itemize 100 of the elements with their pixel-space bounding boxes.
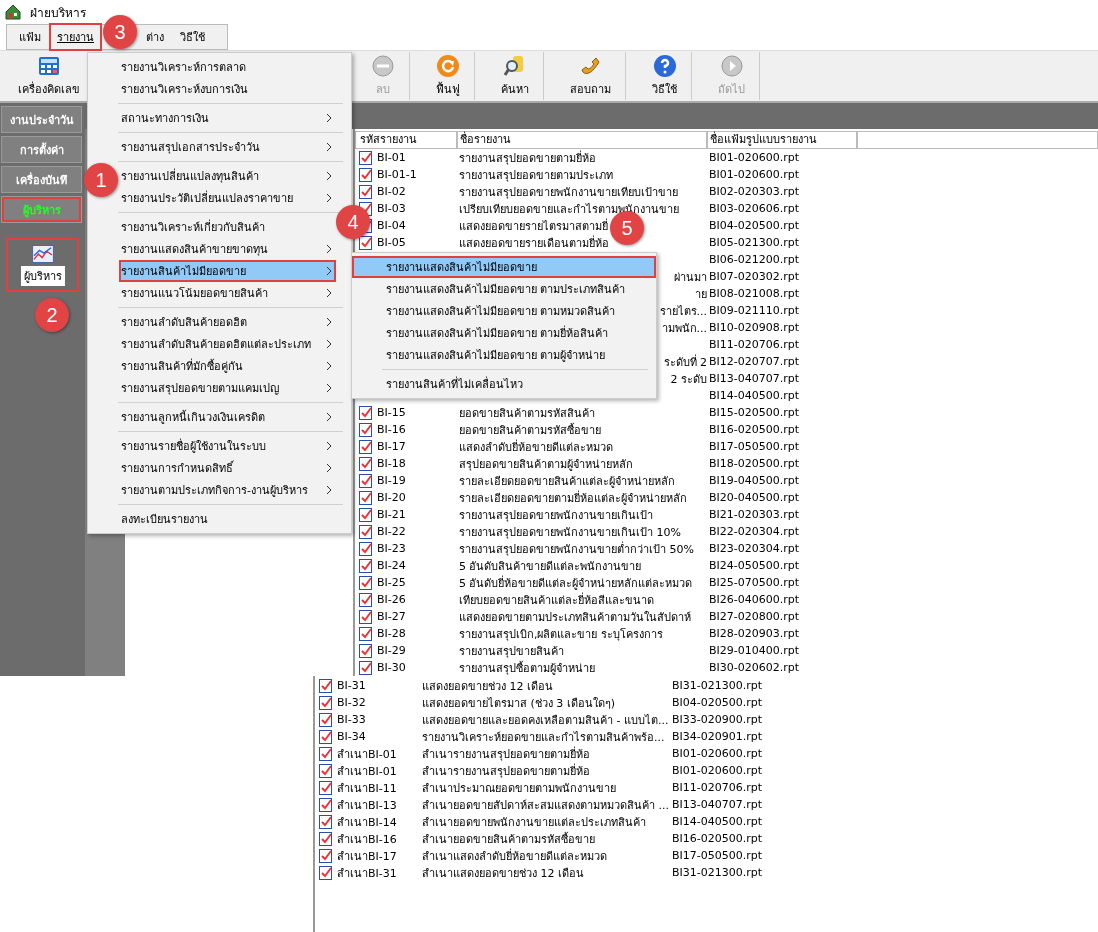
report-icon (359, 490, 373, 505)
report-code: BI-02 (377, 185, 406, 198)
report-name: ยอดขายสินค้าตามรหัสซื้อขาย (459, 422, 601, 439)
report-icon (319, 814, 333, 829)
report-file: BI30-020602.rpt (709, 661, 800, 674)
report-code: BI-27 (377, 610, 406, 623)
report-name: รายไตร... (659, 303, 707, 320)
menu-item[interactable]: รายงานวิเคราะห์เกี่ยวกับสินค้า (119, 216, 336, 238)
report-icon (319, 797, 333, 812)
report-name: แสดงยอดขายตามประเภทสินค้าตามวันในสัปดาห์ (459, 609, 691, 626)
menu-item[interactable]: ลงทะเบียนรายงาน (119, 508, 336, 530)
sidebar-item[interactable]: งานประจำวัน (1, 106, 82, 133)
report-name: รายงานสรุปขายสินค้า (459, 643, 564, 660)
module-label[interactable]: ผู้บริหาร (20, 265, 65, 286)
report-icon (359, 541, 373, 556)
column-header[interactable]: ชื่อแฟ้มรูปแบบรายงาน (707, 131, 857, 149)
chart-icon (31, 244, 54, 263)
report-name: แสดงยอดขายและยอดคงเหลือตามสินค้า - แบบไต... (422, 712, 669, 729)
sidebar-item[interactable]: เครื่องบันทึ (1, 166, 82, 193)
menu-item[interactable]: รายงานแนวโน้มยอดขายสินค้า (119, 282, 336, 304)
report-name: สำเนายอดขายสัปดาห์สะสมแสดงตามหมวดสินค้า ... (422, 797, 669, 814)
report-name: รายละเอียดยอดขายตามยี่ห้อแต่ละผู้จำหน่ายหลัก (459, 489, 687, 507)
menu-item[interactable]: รายงานแสดงสินค้าไม่มียอดขาย ตามยี่ห้อสินค้า (352, 322, 656, 344)
menu-item[interactable]: สถานะทางการเงิน (119, 107, 336, 129)
report-code: BI-29 (377, 644, 406, 657)
report-file: BI05-021300.rpt (709, 236, 800, 249)
report-code: สำเนาBI-01 (337, 746, 397, 763)
menu-bar-item[interactable]: แฟ้ม (13, 25, 47, 49)
report-icon (319, 746, 333, 761)
report-file: BI01-020600.rpt (709, 151, 800, 164)
column-header[interactable]: ชื่อรายงาน (457, 131, 707, 149)
report-name: รายละเอียดยอดขายสินค้าแต่ละผู้จำหน่ายหลัก (459, 473, 675, 490)
menu-item[interactable]: รายงานลูกหนี้เกินวงเงินเครดิต (119, 406, 336, 428)
menu-bar-item[interactable]: รายงาน (51, 25, 100, 49)
report-file: BI12-020707.rpt (709, 355, 800, 368)
menu-item[interactable]: รายงานตามประเภทกิจการ-งานผู้บริหาร (119, 479, 336, 501)
report-name: รายงานสรุปยอดขายตามยี่ห้อ (459, 149, 596, 167)
report-file: BI29-010400.rpt (709, 644, 800, 657)
sidebar-item[interactable]: การตั้งค่า (1, 136, 82, 163)
report-name: าย (695, 286, 707, 303)
menu-item[interactable]: รายงานแสดงสินค้าขายขาดทุน (119, 238, 336, 260)
report-code: BI-25 (377, 576, 406, 589)
report-icon (359, 575, 373, 590)
report-code: BI-17 (377, 440, 406, 453)
report-name: รายงานสรุปยอดขายตามประเภท (459, 167, 613, 184)
report-code: สำเนาBI-01 (337, 763, 397, 780)
report-file: BI28-020903.rpt (709, 627, 800, 640)
report-name: รายงานสรุปยอดขายพนักงานขายเทียบเป้าขาย (459, 184, 678, 201)
report-file: BI13-040707.rpt (709, 372, 800, 385)
menu-item[interactable]: รายงานแสดงสินค้าไม่มียอดขาย ตามผู้จำหน่าย (352, 344, 656, 366)
window-title: ฝ่ายบริหาร (30, 4, 86, 22)
menu-item[interactable]: รายงานสรุปยอดขายตามแคมเปญ (119, 377, 336, 399)
menu-item[interactable]: รายงานรายชื่อผู้ใช้งานในระบบ (119, 435, 336, 457)
report-file: BI27-020800.rpt (709, 610, 800, 623)
report-code: BI-26 (377, 593, 406, 606)
report-code: BI-05 (377, 236, 406, 249)
report-file: BI03-020606.rpt (709, 202, 800, 215)
app-icon (4, 3, 22, 21)
report-icon (359, 592, 373, 607)
menu-item[interactable]: รายงานสินค้าที่ไม่เคลื่อนไหว (352, 373, 656, 395)
report-file: BI09-021110.rpt (709, 304, 800, 317)
report-file: BI10-020908.rpt (709, 321, 800, 334)
column-header[interactable]: รหัสรายงาน (355, 131, 457, 149)
menu-bar-item[interactable]: ต่าง (140, 25, 170, 49)
menu-bar-item[interactable]: วิธีใช้ (174, 25, 211, 49)
report-file: BI11-020706.rpt (709, 338, 800, 351)
menu-item[interactable]: รายงานลำดับสินค้ายอดฮิตแต่ละประเภท (119, 333, 336, 355)
menu-item[interactable]: รายงานวิเคราะห์การตลาด (119, 56, 336, 78)
report-icon (319, 831, 333, 846)
report-name: ระดับที่ 2 (663, 353, 707, 371)
report-name: 2 ระดับ (670, 371, 707, 388)
report-file: BI21-020303.rpt (709, 508, 800, 521)
report-code: สำเนาBI-17 (337, 848, 397, 865)
report-icon (359, 643, 373, 658)
menu-item[interactable]: รายงานสรุปเอกสารประจำวัน (119, 136, 336, 158)
report-file: BI23-020304.rpt (709, 542, 800, 555)
report-icon (319, 695, 333, 710)
report-name: รายงานสรุปซื้อตามผู้จำหน่าย (459, 660, 595, 677)
report-name: สำเนาประมาณยอดขายตามพนักงานขาย (422, 780, 616, 797)
menu-item[interactable]: รายงานแสดงสินค้าไม่มียอดขาย ตามหมวดสินค้า (352, 300, 656, 322)
menu-item[interactable]: รายงานเปลี่ยนแปลงทุนสินค้า (119, 165, 336, 187)
menu-item[interactable]: รายงานการกำหนดสิทธิ์ (119, 457, 336, 479)
report-name: เทียบยอดขายสินค้าแต่ละยี่ห้อสีและขนาด (459, 591, 654, 609)
report-name: รายงานสรุปยอดขายพนักงานขายเกินเป้า 10% (459, 524, 681, 541)
menu-item[interactable]: รายงานลำดับสินค้ายอดฮิต (119, 311, 336, 333)
report-code: BI-22 (377, 525, 406, 538)
report-file: BI02-020303.rpt (709, 185, 800, 198)
report-file: BI01-020600.rpt (709, 168, 800, 181)
report-file: BI13-040707.rpt (672, 798, 763, 811)
menu-item[interactable]: รายงานสินค้าไม่มียอดขาย (119, 260, 336, 282)
minus-circle-icon (371, 54, 395, 78)
report-code: BI-18 (377, 457, 406, 470)
report-name: ามพนัก... (661, 320, 707, 337)
menu-item[interactable]: รายงานแสดงสินค้าไม่มียอดขาย (352, 256, 656, 278)
menu-item[interactable]: รายงานประวัติเปลี่ยนแปลงราคาขาย (119, 187, 336, 209)
report-icon (359, 167, 373, 182)
report-code: BI-15 (377, 406, 406, 419)
menu-item[interactable]: รายงานสินค้าที่มักซื้อคู่กัน (119, 355, 336, 377)
menu-item[interactable]: รายงานวิเคราะห์งบการเงิน (119, 78, 336, 100)
menu-item[interactable]: รายงานแสดงสินค้าไม่มียอดขาย ตามประเภทสินค้า (352, 278, 656, 300)
